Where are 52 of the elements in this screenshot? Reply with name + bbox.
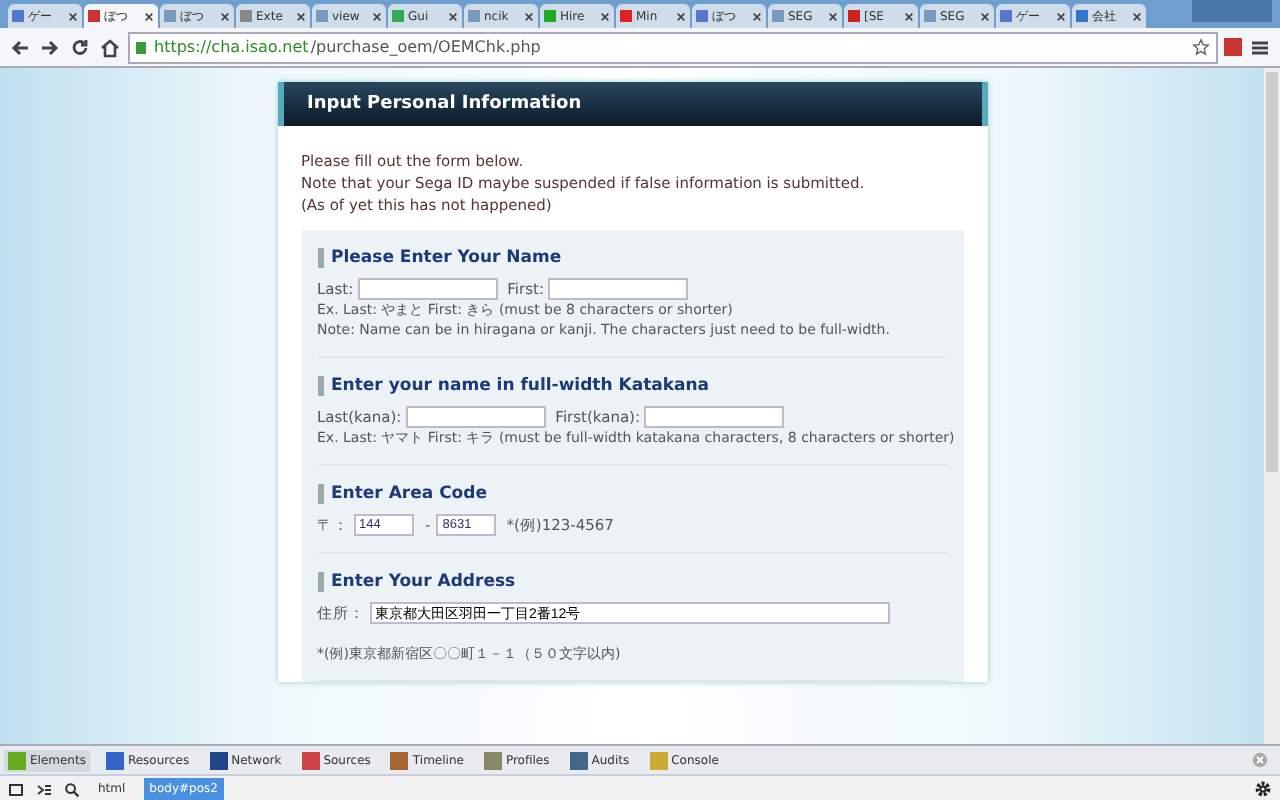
favicon-icon <box>1076 10 1088 22</box>
favicon-icon <box>544 10 556 22</box>
favicon-icon <box>772 10 784 22</box>
close-icon[interactable] <box>828 11 838 21</box>
favicon-icon <box>924 10 936 22</box>
close-icon[interactable] <box>296 11 306 21</box>
section-heading: Enter Area Code <box>317 484 947 504</box>
close-icon[interactable] <box>1056 11 1066 21</box>
close-icon[interactable] <box>144 11 154 21</box>
favicon-icon <box>392 10 404 22</box>
settings-icon[interactable] <box>1254 780 1272 798</box>
scrollbar[interactable] <box>1264 68 1280 744</box>
favicon-icon <box>88 10 100 22</box>
panel-title: Input Personal Information <box>307 94 582 114</box>
close-icon[interactable] <box>220 11 230 21</box>
section-heading: Enter Your Address <box>317 572 947 592</box>
home-icon[interactable] <box>100 37 120 57</box>
favicon-icon <box>468 10 480 22</box>
close-icon[interactable] <box>1132 11 1142 21</box>
input-field[interactable] <box>547 278 688 300</box>
favicon-icon <box>316 10 328 22</box>
input-field[interactable] <box>644 406 784 428</box>
close-icon[interactable] <box>752 11 762 21</box>
input-field[interactable] <box>357 278 498 300</box>
favicon-icon <box>696 10 708 22</box>
close-icon[interactable] <box>448 11 458 21</box>
close-icon[interactable] <box>372 11 382 21</box>
forward-icon[interactable] <box>40 37 60 57</box>
favicon-icon <box>164 10 176 22</box>
favicon-icon <box>1000 10 1012 22</box>
address-bar[interactable]: https://cha.isao.net/purchase_oem/OEMChk.php <box>128 31 1218 63</box>
close-icon[interactable] <box>904 11 914 21</box>
favicon-icon <box>12 10 24 22</box>
lock-icon <box>136 41 146 53</box>
close-icon[interactable] <box>980 11 990 21</box>
section-heading: Please Enter Your Name <box>317 248 947 268</box>
menu-icon[interactable] <box>1250 37 1270 57</box>
favicon-icon <box>848 10 860 22</box>
close-icon[interactable] <box>676 11 686 21</box>
section-heading: Enter your name in full-width Katakana <box>317 376 947 396</box>
star-icon[interactable] <box>1192 38 1210 56</box>
back-icon[interactable] <box>10 37 30 57</box>
close-icon[interactable] <box>524 11 534 21</box>
close-icon[interactable] <box>600 11 610 21</box>
console-icon[interactable] <box>36 781 52 797</box>
reload-icon[interactable] <box>70 37 90 57</box>
input-field[interactable] <box>405 406 546 428</box>
dock-icon[interactable] <box>8 781 24 797</box>
favicon-icon <box>620 10 632 22</box>
search-icon[interactable] <box>64 781 80 797</box>
close-icon[interactable] <box>68 11 78 21</box>
favicon-icon <box>240 10 252 22</box>
